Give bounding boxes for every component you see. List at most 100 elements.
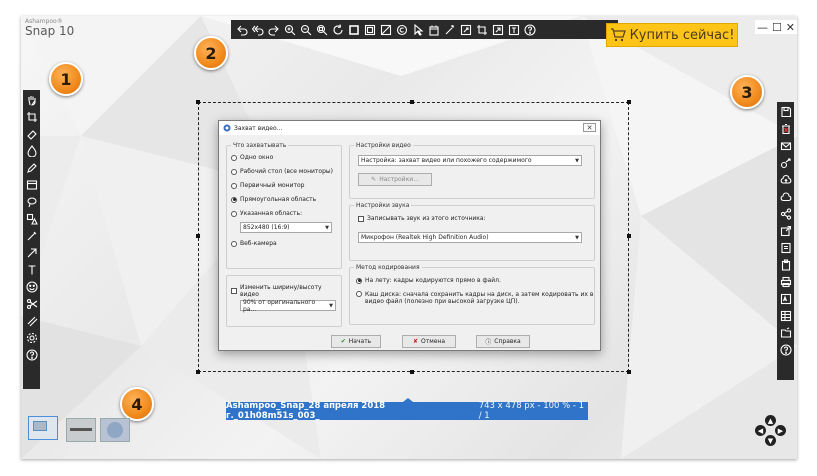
radio-option[interactable]: Прямоугольная область [231, 196, 316, 203]
radio-option[interactable]: Первичный монитор [231, 182, 304, 189]
pen-tool-button[interactable] [24, 228, 39, 243]
help-icon [25, 348, 38, 361]
video-preset-select[interactable]: Настройка: захват видео или похожего сод… [358, 155, 582, 166]
pencil-tool-button[interactable] [24, 160, 39, 175]
text-frame-tool-button[interactable] [506, 22, 521, 37]
magic-tool-button[interactable] [442, 22, 457, 37]
copyright-tool-button[interactable] [394, 22, 409, 37]
help-tool-button[interactable] [522, 22, 537, 37]
radio-option[interactable]: Одно окно [231, 154, 273, 161]
zoom-out-tool-button[interactable] [298, 22, 313, 37]
delete-tool-button[interactable] [778, 121, 793, 136]
folder-open-tool-button[interactable] [778, 325, 793, 340]
cloud-tool-button[interactable] [778, 189, 793, 204]
thumbnail[interactable] [66, 418, 96, 442]
radio-dot [231, 240, 237, 247]
save-tool-button[interactable] [778, 104, 793, 119]
window-controls: — ☐ ✕ [755, 20, 797, 34]
text-tool-button[interactable] [24, 262, 39, 277]
help-tool-button[interactable] [778, 342, 793, 357]
resize-tool-button[interactable] [458, 22, 473, 37]
checkbox-label: Записывать звук из этого источника: [367, 215, 486, 222]
resize-handle[interactable] [627, 234, 631, 238]
radio-option[interactable]: Рабочий стол (все мониторы) [231, 168, 333, 175]
audio-checkbox[interactable]: Записывать звук из этого источника: [358, 215, 486, 222]
pdf-tool-button[interactable] [778, 240, 793, 255]
dialog-close-button[interactable]: ✕ [583, 123, 596, 132]
cancel-button[interactable]: ✘ Отмена [402, 335, 456, 348]
help-tool-button[interactable] [24, 347, 39, 362]
thumbnail[interactable] [100, 418, 130, 442]
arrow-tool-button[interactable] [24, 245, 39, 260]
network-share-tool-button[interactable] [778, 206, 793, 221]
maximize-button[interactable]: ☐ [772, 21, 782, 34]
resize-handle[interactable] [410, 100, 414, 104]
fill-drop-tool-button[interactable] [24, 143, 39, 158]
resize-handle[interactable] [196, 370, 200, 374]
frame-tool-button[interactable] [24, 177, 39, 192]
ocr-tool-button[interactable] [778, 291, 793, 306]
resize-handle[interactable] [196, 234, 200, 238]
video-settings-button[interactable]: ✎ Настройки... [358, 173, 432, 186]
pencil-icon [26, 162, 38, 174]
redo-tool-button[interactable] [266, 22, 281, 37]
checkbox-label: Изменить ширину/высоту видео [239, 284, 322, 298]
audio-source-select[interactable]: Микрофон (Realtek High Definition Audio)… [358, 232, 582, 243]
cloud-upload-tool-button[interactable] [778, 172, 793, 187]
lasso-tool-button[interactable] [24, 194, 39, 209]
zoom-fit-icon [316, 24, 328, 36]
hand-tool-button[interactable] [24, 92, 39, 107]
pan-right-icon[interactable]: ▶ [775, 425, 786, 436]
pan-up-icon[interactable]: ▲ [765, 415, 776, 426]
resize-handle[interactable] [196, 100, 200, 104]
scissors-tool-button[interactable] [24, 296, 39, 311]
clipboard-tool-button[interactable] [778, 257, 793, 272]
crop-tool-button[interactable] [474, 22, 489, 37]
border-tool-button[interactable] [362, 22, 377, 37]
encode-disk-cache-radio[interactable]: Каш диска: сначала сохранить кадры на ди… [356, 291, 593, 305]
export-tool-button[interactable] [778, 223, 793, 238]
shapes-tool-button[interactable] [24, 211, 39, 226]
share-tool-button[interactable] [778, 155, 793, 170]
start-button[interactable]: ✔ Начать [331, 335, 381, 348]
rotate-tool-button[interactable] [330, 22, 345, 37]
radio-option[interactable]: Указанная область: [231, 210, 302, 217]
resize-handle[interactable] [627, 100, 631, 104]
calendar-tool-button[interactable] [426, 22, 441, 37]
resize-handle[interactable] [627, 370, 631, 374]
resize-handle[interactable] [410, 370, 414, 374]
cart-icon [610, 28, 626, 42]
crop-frame-tool-button[interactable] [346, 22, 361, 37]
eraser-tool-button[interactable] [24, 126, 39, 141]
help-button[interactable]: ⓘ Справка [476, 335, 530, 348]
resize-select[interactable]: 90% от оригинального ра... ▼ [240, 299, 336, 313]
file-name: Ashampoo_Snap_28 апреля 2018 г._01h08m51… [226, 401, 386, 421]
left-tools-toolbar [23, 90, 40, 389]
expand-tool-button[interactable] [490, 22, 505, 37]
area-size-select[interactable]: 852x480 (16:9) ▼ [240, 222, 332, 233]
thumbnail-selected[interactable] [28, 416, 58, 440]
zoom-fit-tool-button[interactable] [314, 22, 329, 37]
settings-tool-button[interactable] [24, 330, 39, 345]
ocr-icon [780, 293, 792, 305]
close-button[interactable]: ✕ [786, 21, 795, 34]
table-tool-button[interactable] [778, 308, 793, 323]
print-tool-button[interactable] [778, 274, 793, 289]
minimize-button[interactable]: — [757, 21, 768, 34]
smiley-tool-button[interactable] [24, 279, 39, 294]
crop-tool-button[interactable] [24, 109, 39, 124]
pointer-tool-button[interactable] [410, 22, 425, 37]
buy-now-button[interactable]: Купить сейчас! [606, 23, 738, 47]
undo-all-tool-button[interactable] [250, 22, 265, 37]
email-tool-button[interactable] [778, 138, 793, 153]
undo-tool-button[interactable] [234, 22, 249, 37]
radio-option[interactable]: Веб-камера [231, 240, 277, 247]
pan-left-icon[interactable]: ◀ [755, 425, 766, 436]
encode-on-fly-radio[interactable]: На лету: кадры кодируются прямо в файл. [356, 277, 501, 284]
blur-tool-button[interactable] [24, 313, 39, 328]
zoom-in-tool-button[interactable] [282, 22, 297, 37]
resize-checkbox[interactable]: Изменить ширину/высоту видео [231, 284, 341, 298]
checkbox [358, 215, 364, 222]
pan-down-icon[interactable]: ▼ [765, 435, 776, 446]
color-tool-button[interactable] [378, 22, 393, 37]
